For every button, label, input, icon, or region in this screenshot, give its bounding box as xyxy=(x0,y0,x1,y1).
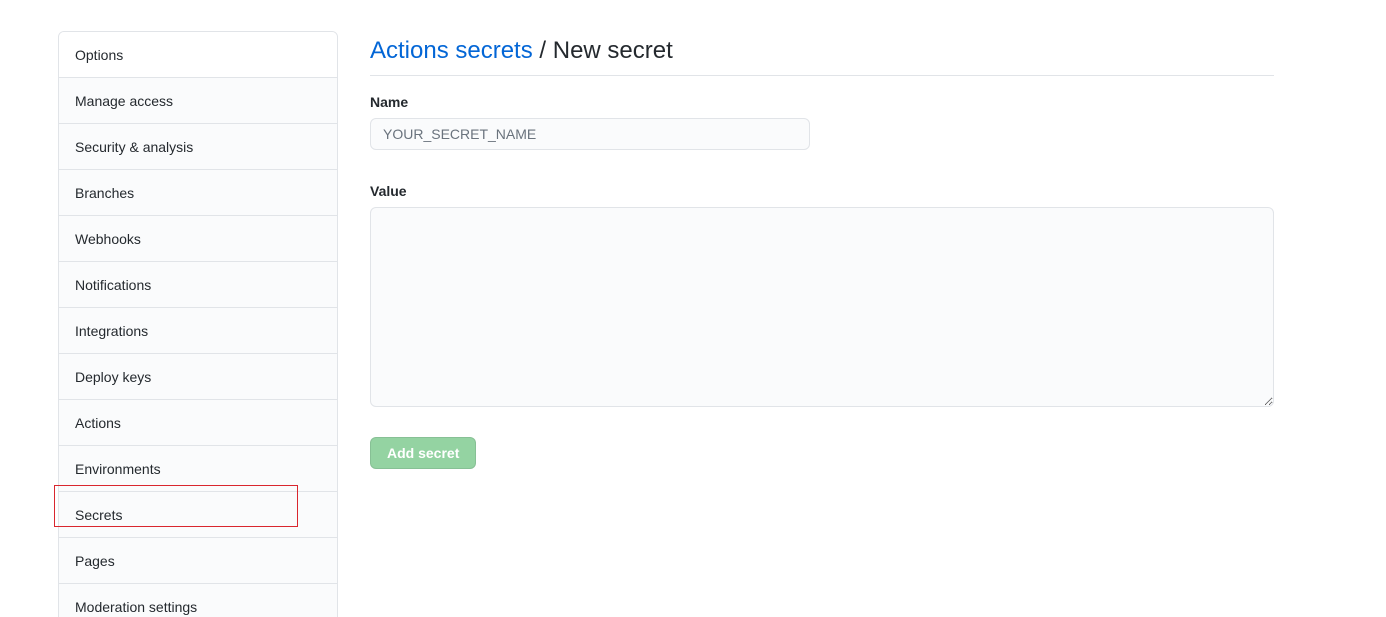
sidebar-item-integrations[interactable]: Integrations xyxy=(59,308,337,354)
sidebar-item-actions[interactable]: Actions xyxy=(59,400,337,446)
sidebar-item-manage-access[interactable]: Manage access xyxy=(59,78,337,124)
settings-page: Options Manage access Security & analysi… xyxy=(0,0,1386,617)
sidebar-item-webhooks[interactable]: Webhooks xyxy=(59,216,337,262)
sidebar-item-branches[interactable]: Branches xyxy=(59,170,337,216)
value-label: Value xyxy=(370,183,407,199)
page-title: Actions secrets / New secret xyxy=(370,31,1274,76)
sidebar-item-environments[interactable]: Environments xyxy=(59,446,337,492)
main-content: Actions secrets / New secret Name Value … xyxy=(370,31,1274,469)
name-label: Name xyxy=(370,94,409,110)
sidebar-item-security-analysis[interactable]: Security & analysis xyxy=(59,124,337,170)
breadcrumb-actions-secrets-link[interactable]: Actions secrets xyxy=(370,37,533,64)
sidebar-item-deploy-keys[interactable]: Deploy keys xyxy=(59,354,337,400)
add-secret-button[interactable]: Add secret xyxy=(370,437,477,469)
breadcrumb-separator: / xyxy=(539,37,547,64)
secret-name-input[interactable] xyxy=(370,118,810,150)
sidebar-item-notifications[interactable]: Notifications xyxy=(59,262,337,308)
sidebar-item-options[interactable]: Options xyxy=(59,32,337,78)
sidebar-item-moderation-settings[interactable]: Moderation settings xyxy=(59,584,337,617)
breadcrumb-current: New secret xyxy=(552,37,673,64)
secret-value-textarea[interactable] xyxy=(370,207,1274,407)
sidebar-item-pages[interactable]: Pages xyxy=(59,538,337,584)
sidebar-item-secrets[interactable]: Secrets xyxy=(59,492,337,538)
settings-sidebar: Options Manage access Security & analysi… xyxy=(58,31,338,617)
